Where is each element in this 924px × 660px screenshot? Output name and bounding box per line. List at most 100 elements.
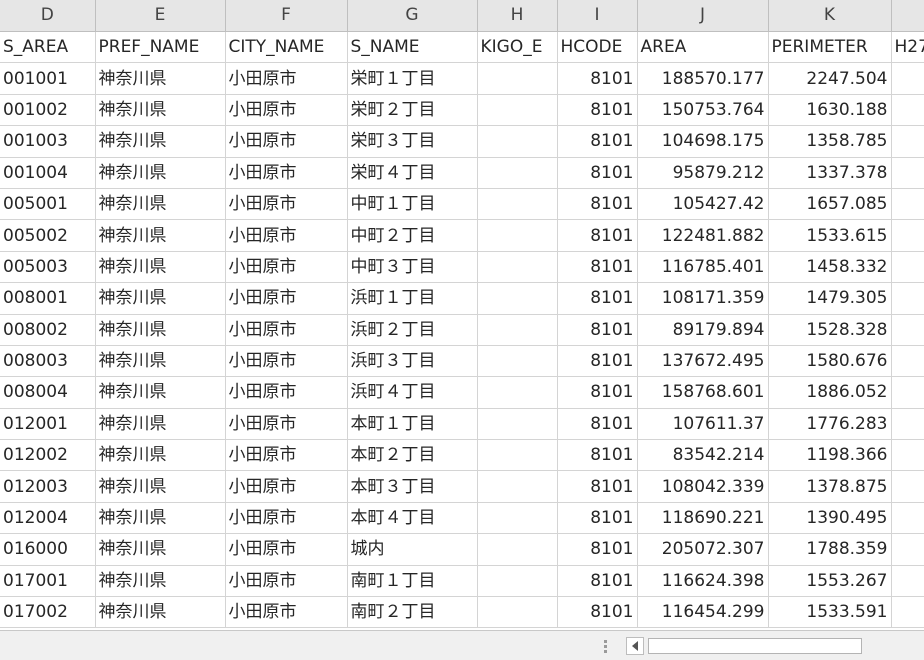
table-cell[interactable]: 8101 (557, 470, 638, 503)
table-cell[interactable]: 1337.378 (768, 157, 892, 189)
table-cell[interactable]: 1657.085 (768, 188, 892, 221)
table-cell[interactable]: 1390.495 (768, 502, 892, 535)
table-cell[interactable]: 8101 (557, 502, 638, 535)
table-cell[interactable]: 1533.615 (768, 219, 892, 252)
table-cell[interactable]: 005003 (0, 251, 96, 284)
table-cell[interactable]: 116624.398 (637, 565, 769, 598)
column-header-h[interactable]: H (477, 0, 558, 32)
table-cell[interactable]: 南町１丁目 (347, 565, 478, 598)
table-cell[interactable]: 001003 (0, 125, 96, 158)
table-cell[interactable]: 1776.283 (768, 408, 892, 441)
sheet-tab-splitter-icon[interactable] (604, 640, 608, 654)
table-cell[interactable]: 001002 (0, 94, 96, 127)
table-cell[interactable]: 小田原市 (225, 282, 348, 315)
table-cell[interactable]: 神奈川県 (95, 188, 226, 221)
table-cell[interactable]: 150753.764 (637, 94, 769, 127)
table-cell[interactable]: 小田原市 (225, 251, 348, 284)
table-cell[interactable]: 小田原市 (225, 345, 348, 378)
table-cell[interactable]: 122481.882 (637, 219, 769, 252)
table-cell[interactable]: 浜町４丁目 (347, 376, 478, 409)
table-cell[interactable]: 小田原市 (225, 188, 348, 221)
table-cell[interactable]: 012001 (0, 408, 96, 441)
field-header-cell[interactable]: H27 (891, 31, 924, 64)
table-cell[interactable] (477, 219, 558, 252)
column-header-k[interactable]: K (768, 0, 892, 32)
table-cell[interactable]: 栄町１丁目 (347, 62, 478, 95)
table-cell[interactable]: 1479.305 (768, 282, 892, 315)
field-header-cell[interactable]: S_NAME (347, 31, 478, 64)
table-cell[interactable]: 本町２丁目 (347, 439, 478, 472)
table-cell[interactable]: 1630.188 (768, 94, 892, 127)
table-cell[interactable]: 神奈川県 (95, 94, 226, 127)
column-header-j[interactable]: J (637, 0, 769, 32)
table-cell[interactable]: 8101 (557, 219, 638, 252)
table-cell[interactable]: 神奈川県 (95, 62, 226, 95)
table-cell[interactable] (477, 345, 558, 378)
table-cell[interactable]: 8101 (557, 439, 638, 472)
table-cell[interactable]: 8101 (557, 251, 638, 284)
table-cell[interactable] (477, 470, 558, 503)
table-cell[interactable]: 小田原市 (225, 125, 348, 158)
table-cell[interactable]: 8101 (557, 94, 638, 127)
table-cell[interactable]: 012002 (0, 439, 96, 472)
table-cell[interactable] (891, 282, 924, 315)
table-cell[interactable]: 1553.267 (768, 565, 892, 598)
table-cell[interactable]: 中町１丁目 (347, 188, 478, 221)
table-cell[interactable] (477, 251, 558, 284)
table-cell[interactable] (891, 533, 924, 566)
table-cell[interactable]: 神奈川県 (95, 219, 226, 252)
field-header-cell[interactable]: PREF_NAME (95, 31, 226, 64)
table-cell[interactable] (891, 596, 924, 629)
table-cell[interactable] (477, 314, 558, 346)
table-cell[interactable] (891, 408, 924, 441)
table-cell[interactable]: 137672.495 (637, 345, 769, 378)
column-header-next[interactable] (891, 0, 924, 32)
table-cell[interactable]: 神奈川県 (95, 125, 226, 158)
table-cell[interactable]: 001004 (0, 157, 96, 189)
table-cell[interactable]: 83542.214 (637, 439, 769, 472)
table-cell[interactable]: 小田原市 (225, 470, 348, 503)
table-cell[interactable]: 1533.591 (768, 596, 892, 629)
table-cell[interactable] (477, 596, 558, 629)
table-cell[interactable]: 本町１丁目 (347, 408, 478, 441)
table-cell[interactable]: 1788.359 (768, 533, 892, 566)
table-cell[interactable]: 神奈川県 (95, 533, 226, 566)
table-cell[interactable]: 小田原市 (225, 565, 348, 598)
table-cell[interactable]: 1378.875 (768, 470, 892, 503)
scroll-left-button[interactable] (626, 637, 644, 655)
table-cell[interactable]: 108042.339 (637, 470, 769, 503)
table-cell[interactable] (477, 62, 558, 95)
table-cell[interactable]: 8101 (557, 157, 638, 189)
table-cell[interactable]: 008003 (0, 345, 96, 378)
table-cell[interactable] (891, 470, 924, 503)
table-cell[interactable]: 8101 (557, 565, 638, 598)
field-header-cell[interactable]: PERIMETER (768, 31, 892, 64)
table-cell[interactable]: 神奈川県 (95, 408, 226, 441)
table-cell[interactable]: 8101 (557, 533, 638, 566)
table-cell[interactable]: 浜町２丁目 (347, 314, 478, 346)
table-cell[interactable] (477, 376, 558, 409)
table-cell[interactable]: 浜町３丁目 (347, 345, 478, 378)
table-cell[interactable]: 005002 (0, 219, 96, 252)
table-cell[interactable] (891, 376, 924, 409)
table-cell[interactable]: 008004 (0, 376, 96, 409)
table-cell[interactable]: 105427.42 (637, 188, 769, 221)
table-cell[interactable]: 104698.175 (637, 125, 769, 158)
table-cell[interactable]: 118690.221 (637, 502, 769, 535)
table-cell[interactable] (891, 188, 924, 221)
column-header-g[interactable]: G (347, 0, 478, 32)
field-header-cell[interactable]: AREA (637, 31, 769, 64)
table-cell[interactable]: 001001 (0, 62, 96, 95)
horizontal-scroll-track[interactable] (646, 637, 924, 655)
table-cell[interactable]: 小田原市 (225, 533, 348, 566)
column-header-i[interactable]: I (557, 0, 638, 32)
table-cell[interactable] (477, 94, 558, 127)
column-header-f[interactable]: F (225, 0, 348, 32)
table-cell[interactable]: 栄町２丁目 (347, 94, 478, 127)
column-header-d[interactable]: D (0, 0, 96, 32)
table-cell[interactable] (477, 565, 558, 598)
field-header-cell[interactable]: S_AREA (0, 31, 96, 64)
table-cell[interactable]: 8101 (557, 282, 638, 315)
table-cell[interactable]: 205072.307 (637, 533, 769, 566)
table-cell[interactable]: 8101 (557, 345, 638, 378)
